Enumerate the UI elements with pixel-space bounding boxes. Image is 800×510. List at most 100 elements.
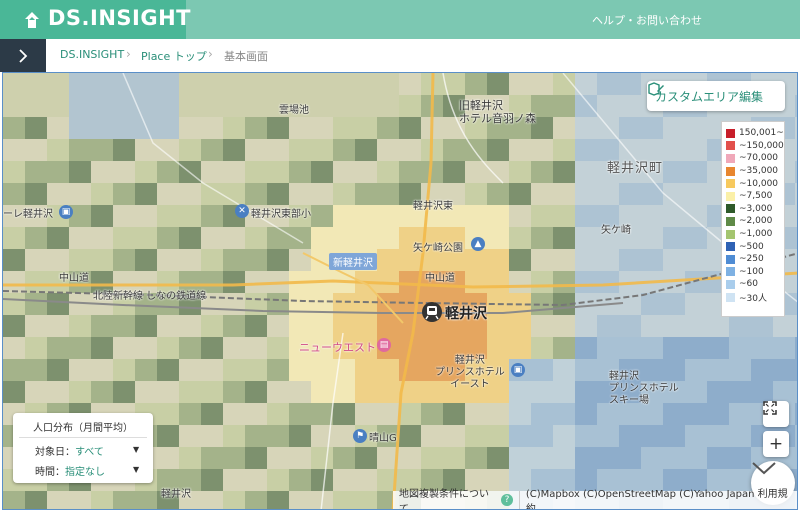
legend-label: ~1,000 — [739, 229, 773, 240]
heatmap-cell — [553, 403, 575, 425]
heatmap-cell — [685, 315, 707, 337]
heatmap-cell — [597, 249, 619, 271]
heatmap-cell — [113, 117, 135, 139]
heatmap-cell — [69, 161, 91, 183]
custom-area-edit-button[interactable]: カスタムエリア編集 — [647, 81, 785, 111]
heatmap-cell — [597, 425, 619, 447]
heatmap-cell — [333, 139, 355, 161]
heatmap-cell — [245, 403, 267, 425]
help-contact-link[interactable]: ヘルプ・お問い合わせ — [592, 12, 702, 28]
heatmap-cell — [509, 381, 531, 403]
heatmap-cell — [575, 161, 597, 183]
heatmap-cell — [179, 337, 201, 359]
heatmap-cell — [267, 117, 289, 139]
heatmap-cell — [25, 271, 47, 293]
date-selector[interactable]: 対象日：すべて — [35, 443, 104, 458]
heatmap-cell — [157, 183, 179, 205]
map-terms-link[interactable]: 地図複製条件について ? — [393, 489, 520, 509]
heatmap-cell — [333, 95, 355, 117]
heatmap-cell — [245, 227, 267, 249]
heatmap-cell — [91, 249, 113, 271]
heatmap-cell — [223, 161, 245, 183]
map-label-nakasendo-1: 中山道 — [59, 273, 89, 284]
heatmap-cell — [509, 161, 531, 183]
heatmap-cell — [3, 227, 25, 249]
heatmap-cell — [575, 205, 597, 227]
heatmap-cell — [333, 293, 355, 315]
heatmap-cell — [69, 117, 91, 139]
sidebar-toggle-button[interactable] — [0, 39, 46, 72]
heatmap-cell — [311, 381, 333, 403]
caret-down-icon[interactable]: ▼ — [133, 465, 139, 474]
heatmap-cell — [553, 447, 575, 469]
heatmap-cell — [333, 205, 355, 227]
heatmap-cell — [3, 359, 25, 381]
heatmap-cell — [729, 359, 751, 381]
breadcrumb-place-top[interactable]: Place トップ — [141, 48, 207, 64]
heatmap-cell — [641, 271, 663, 293]
train-station-icon[interactable] — [421, 301, 443, 323]
heatmap-cell — [333, 447, 355, 469]
heatmap-cell — [421, 403, 443, 425]
heatmap-cell — [355, 117, 377, 139]
heatmap-cell — [575, 139, 597, 161]
heatmap-cell — [333, 425, 355, 447]
heatmap-cell — [157, 227, 179, 249]
map-view[interactable]: 雲場池 旧軽井沢 ホテル音羽ノ森 軽井沢町 軽井沢東 ✕ 軽井沢東部小 ▣ ーレ… — [2, 72, 798, 510]
heatmap-cell — [553, 271, 575, 293]
heatmap-cell — [751, 381, 773, 403]
golf-icon[interactable]: ⚑ — [353, 429, 367, 443]
heatmap-cell — [443, 73, 465, 95]
heatmap-cell — [399, 425, 421, 447]
station-tag-new-karuizawa[interactable]: 新軽井沢 — [329, 253, 377, 270]
heatmap-cell — [685, 227, 707, 249]
heatmap-cell — [707, 337, 729, 359]
heatmap-cell — [509, 73, 531, 95]
heatmap-cell — [795, 315, 797, 337]
heatmap-cell — [355, 95, 377, 117]
heatmap-cell — [179, 161, 201, 183]
zoom-in-button[interactable]: + — [763, 431, 789, 457]
heatmap-cell — [465, 73, 487, 95]
fullscreen-button[interactable] — [763, 401, 789, 427]
heatmap-cell — [47, 73, 69, 95]
shopping-icon[interactable]: ▤ — [377, 338, 391, 352]
logo-text: DS.INSIGHT — [48, 6, 191, 30]
caret-down-icon[interactable]: ▼ — [133, 445, 139, 454]
heatmap-cell — [179, 425, 201, 447]
heatmap-cell — [69, 315, 91, 337]
breadcrumb-home[interactable]: DS.INSIGHT — [60, 48, 124, 61]
heatmap-cell — [553, 161, 575, 183]
heatmap-cell — [47, 183, 69, 205]
heatmap-cell — [267, 403, 289, 425]
heatmap-cell — [47, 227, 69, 249]
school-icon[interactable]: ✕ — [235, 204, 249, 218]
heatmap-cell — [729, 425, 751, 447]
heatmap-cell — [487, 271, 509, 293]
park-icon[interactable]: ▲ — [471, 237, 485, 251]
legend-swatch — [726, 191, 735, 201]
heatmap-cell — [47, 359, 69, 381]
time-selector[interactable]: 時間：指定なし — [35, 463, 105, 478]
heatmap-cell — [663, 271, 685, 293]
map-credits[interactable]: (C)Mapbox (C)OpenStreetMap (C)Yahoo Japa… — [520, 485, 797, 509]
heatmap-cell — [267, 271, 289, 293]
logo[interactable]: DS.INSIGHT — [0, 0, 191, 39]
heatmap-cell — [47, 337, 69, 359]
legend-swatch — [726, 267, 735, 277]
heatmap-cell — [707, 403, 729, 425]
heatmap-cell — [377, 205, 399, 227]
heatmap-cell — [465, 403, 487, 425]
heatmap-cell — [201, 73, 223, 95]
place-icon[interactable]: ▣ — [59, 205, 73, 219]
hotel-icon[interactable]: ▣ — [511, 363, 525, 377]
heatmap-cell — [619, 183, 641, 205]
heatmap-cell — [487, 161, 509, 183]
heatmap-cell — [223, 95, 245, 117]
legend-label: ~35,000 — [739, 166, 779, 177]
heatmap-cell — [795, 447, 797, 469]
help-icon[interactable]: ? — [501, 494, 513, 506]
heatmap-cell — [245, 425, 267, 447]
legend-swatch — [726, 153, 735, 163]
heatmap-cell — [113, 73, 135, 95]
